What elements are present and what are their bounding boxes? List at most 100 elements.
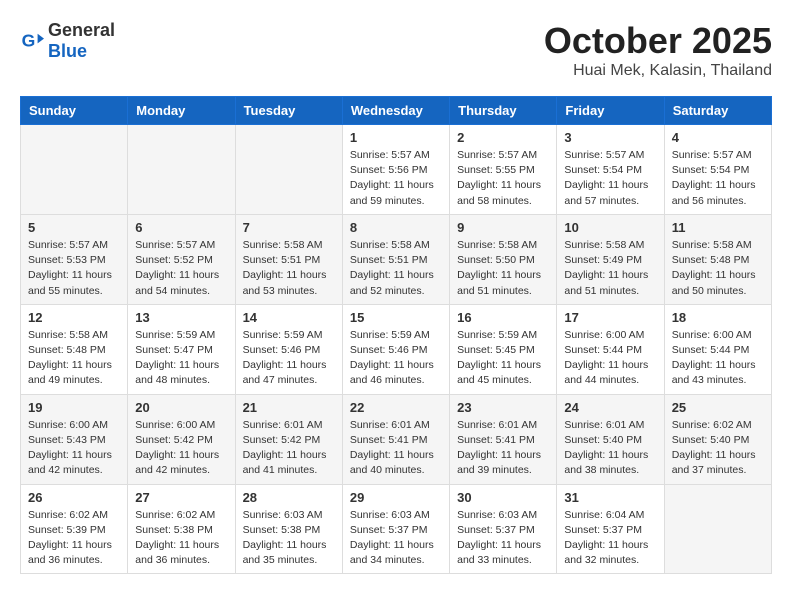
weekday-header-sunday: Sunday <box>21 97 128 125</box>
day-info: Sunrise: 5:59 AMSunset: 5:45 PMDaylight:… <box>457 328 549 389</box>
day-number: 28 <box>243 490 335 505</box>
day-number: 14 <box>243 310 335 325</box>
day-number: 17 <box>564 310 656 325</box>
day-number: 16 <box>457 310 549 325</box>
day-info: Sunrise: 6:03 AMSunset: 5:38 PMDaylight:… <box>243 508 335 569</box>
day-number: 21 <box>243 400 335 415</box>
day-info: Sunrise: 6:04 AMSunset: 5:37 PMDaylight:… <box>564 508 656 569</box>
day-number: 31 <box>564 490 656 505</box>
day-info: Sunrise: 6:00 AMSunset: 5:44 PMDaylight:… <box>564 328 656 389</box>
location-title: Huai Mek, Kalasin, Thailand <box>544 62 772 80</box>
calendar-cell: 12Sunrise: 5:58 AMSunset: 5:48 PMDayligh… <box>21 304 128 394</box>
logo: G General Blue <box>20 20 115 62</box>
calendar-cell: 16 Sunrise: 5:59 AMSunset: 5:45 PMDayligh… <box>450 304 557 394</box>
day-info: Sunrise: 6:00 AMSunset: 5:43 PMDaylight:… <box>28 418 120 479</box>
title-block: October 2025 Huai Mek, Kalasin, Thailand <box>544 20 772 80</box>
day-number: 2 <box>457 130 549 145</box>
day-number: 22 <box>350 400 442 415</box>
calendar-cell: 11 Sunrise: 5:58 AMSunset: 5:48 PMDayligh… <box>664 214 771 304</box>
logo-icon: G <box>20 29 44 53</box>
day-info: Sunrise: 6:03 AMSunset: 5:37 PMDaylight:… <box>457 508 549 569</box>
calendar-cell: 14 Sunrise: 5:59 AMSunset: 5:46 PMDayligh… <box>235 304 342 394</box>
day-number: 11 <box>672 220 764 235</box>
calendar-cell: 30Sunrise: 6:03 AMSunset: 5:37 PMDayligh… <box>450 484 557 574</box>
day-info: Sunrise: 5:59 AMSunset: 5:46 PMDaylight:… <box>243 328 335 389</box>
day-info: Sunrise: 5:58 AMSunset: 5:49 PMDaylight:… <box>564 238 656 299</box>
calendar-cell: 3Sunrise: 5:57 AMSunset: 5:54 PMDaylight… <box>557 125 664 215</box>
calendar-week-row: 12Sunrise: 5:58 AMSunset: 5:48 PMDayligh… <box>21 304 772 394</box>
calendar-cell: 2 Sunrise: 5:57 AMSunset: 5:55 PMDaylight… <box>450 125 557 215</box>
day-number: 23 <box>457 400 549 415</box>
day-number: 24 <box>564 400 656 415</box>
calendar-cell: 13Sunrise: 5:59 AMSunset: 5:47 PMDayligh… <box>128 304 235 394</box>
calendar-cell: 23 Sunrise: 6:01 AMSunset: 5:41 PMDayligh… <box>450 394 557 484</box>
day-number: 9 <box>457 220 549 235</box>
calendar-cell: 26Sunrise: 6:02 AMSunset: 5:39 PMDayligh… <box>21 484 128 574</box>
day-info: Sunrise: 6:00 AMSunset: 5:42 PMDaylight:… <box>135 418 227 479</box>
calendar-cell: 6 Sunrise: 5:57 AMSunset: 5:52 PMDaylight… <box>128 214 235 304</box>
day-info: Sunrise: 6:00 AMSunset: 5:44 PMDaylight:… <box>672 328 764 389</box>
calendar-cell: 5 Sunrise: 5:57 AMSunset: 5:53 PMDaylight… <box>21 214 128 304</box>
day-number: 8 <box>350 220 442 235</box>
calendar-cell <box>128 125 235 215</box>
calendar-cell: 17 Sunrise: 6:00 AMSunset: 5:44 PMDayligh… <box>557 304 664 394</box>
calendar-cell: 19 Sunrise: 6:00 AMSunset: 5:43 PMDayligh… <box>21 394 128 484</box>
day-number: 6 <box>135 220 227 235</box>
calendar-cell: 27 Sunrise: 6:02 AMSunset: 5:38 PMDayligh… <box>128 484 235 574</box>
calendar-cell: 20 Sunrise: 6:00 AMSunset: 5:42 PMDayligh… <box>128 394 235 484</box>
svg-text:G: G <box>22 31 36 51</box>
calendar-week-row: 5 Sunrise: 5:57 AMSunset: 5:53 PMDaylight… <box>21 214 772 304</box>
day-info: Sunrise: 5:58 AMSunset: 5:48 PMDaylight:… <box>672 238 764 299</box>
calendar-cell: 21 Sunrise: 6:01 AMSunset: 5:42 PMDayligh… <box>235 394 342 484</box>
day-info: Sunrise: 5:57 AMSunset: 5:52 PMDaylight:… <box>135 238 227 299</box>
calendar-cell: 15Sunrise: 5:59 AMSunset: 5:46 PMDayligh… <box>342 304 449 394</box>
day-number: 20 <box>135 400 227 415</box>
day-number: 29 <box>350 490 442 505</box>
day-info: Sunrise: 5:57 AMSunset: 5:53 PMDaylight:… <box>28 238 120 299</box>
day-info: Sunrise: 5:58 AMSunset: 5:51 PMDaylight:… <box>350 238 442 299</box>
calendar-cell: 8 Sunrise: 5:58 AMSunset: 5:51 PMDaylight… <box>342 214 449 304</box>
day-info: Sunrise: 5:59 AMSunset: 5:46 PMDaylight:… <box>350 328 442 389</box>
day-info: Sunrise: 6:02 AMSunset: 5:38 PMDaylight:… <box>135 508 227 569</box>
day-number: 26 <box>28 490 120 505</box>
calendar-cell: 31 Sunrise: 6:04 AMSunset: 5:37 PMDayligh… <box>557 484 664 574</box>
day-number: 27 <box>135 490 227 505</box>
calendar-week-row: 1Sunrise: 5:57 AMSunset: 5:56 PMDaylight… <box>21 125 772 215</box>
calendar-week-row: 19 Sunrise: 6:00 AMSunset: 5:43 PMDayligh… <box>21 394 772 484</box>
day-info: Sunrise: 6:02 AMSunset: 5:40 PMDaylight:… <box>672 418 764 479</box>
month-title: October 2025 <box>544 20 772 62</box>
calendar-cell: 25 Sunrise: 6:02 AMSunset: 5:40 PMDayligh… <box>664 394 771 484</box>
calendar-cell: 29 Sunrise: 6:03 AMSunset: 5:37 PMDayligh… <box>342 484 449 574</box>
day-number: 25 <box>672 400 764 415</box>
day-number: 5 <box>28 220 120 235</box>
weekday-header-friday: Friday <box>557 97 664 125</box>
day-number: 19 <box>28 400 120 415</box>
weekday-header-monday: Monday <box>128 97 235 125</box>
page-header: G General Blue October 2025 Huai Mek, Ka… <box>20 20 772 80</box>
day-info: Sunrise: 5:57 AMSunset: 5:55 PMDaylight:… <box>457 148 549 209</box>
day-number: 7 <box>243 220 335 235</box>
day-number: 1 <box>350 130 442 145</box>
day-info: Sunrise: 6:01 AMSunset: 5:40 PMDaylight:… <box>564 418 656 479</box>
day-info: Sunrise: 5:58 AMSunset: 5:50 PMDaylight:… <box>457 238 549 299</box>
calendar-cell: 10 Sunrise: 5:58 AMSunset: 5:49 PMDayligh… <box>557 214 664 304</box>
day-info: Sunrise: 6:03 AMSunset: 5:37 PMDaylight:… <box>350 508 442 569</box>
logo-blue: Blue <box>48 41 87 61</box>
calendar-cell: 1Sunrise: 5:57 AMSunset: 5:56 PMDaylight… <box>342 125 449 215</box>
calendar-header-row: SundayMondayTuesdayWednesdayThursdayFrid… <box>21 97 772 125</box>
calendar-table: SundayMondayTuesdayWednesdayThursdayFrid… <box>20 96 772 574</box>
day-info: Sunrise: 6:01 AMSunset: 5:42 PMDaylight:… <box>243 418 335 479</box>
calendar-cell: 22Sunrise: 6:01 AMSunset: 5:41 PMDayligh… <box>342 394 449 484</box>
day-info: Sunrise: 5:57 AMSunset: 5:54 PMDaylight:… <box>672 148 764 209</box>
calendar-cell <box>664 484 771 574</box>
day-info: Sunrise: 6:01 AMSunset: 5:41 PMDaylight:… <box>457 418 549 479</box>
day-number: 12 <box>28 310 120 325</box>
calendar-cell: 9 Sunrise: 5:58 AMSunset: 5:50 PMDaylight… <box>450 214 557 304</box>
day-number: 10 <box>564 220 656 235</box>
day-info: Sunrise: 5:58 AMSunset: 5:51 PMDaylight:… <box>243 238 335 299</box>
calendar-cell <box>235 125 342 215</box>
calendar-cell: 24 Sunrise: 6:01 AMSunset: 5:40 PMDayligh… <box>557 394 664 484</box>
calendar-cell: 28 Sunrise: 6:03 AMSunset: 5:38 PMDayligh… <box>235 484 342 574</box>
day-info: Sunrise: 5:59 AMSunset: 5:47 PMDaylight:… <box>135 328 227 389</box>
weekday-header-thursday: Thursday <box>450 97 557 125</box>
